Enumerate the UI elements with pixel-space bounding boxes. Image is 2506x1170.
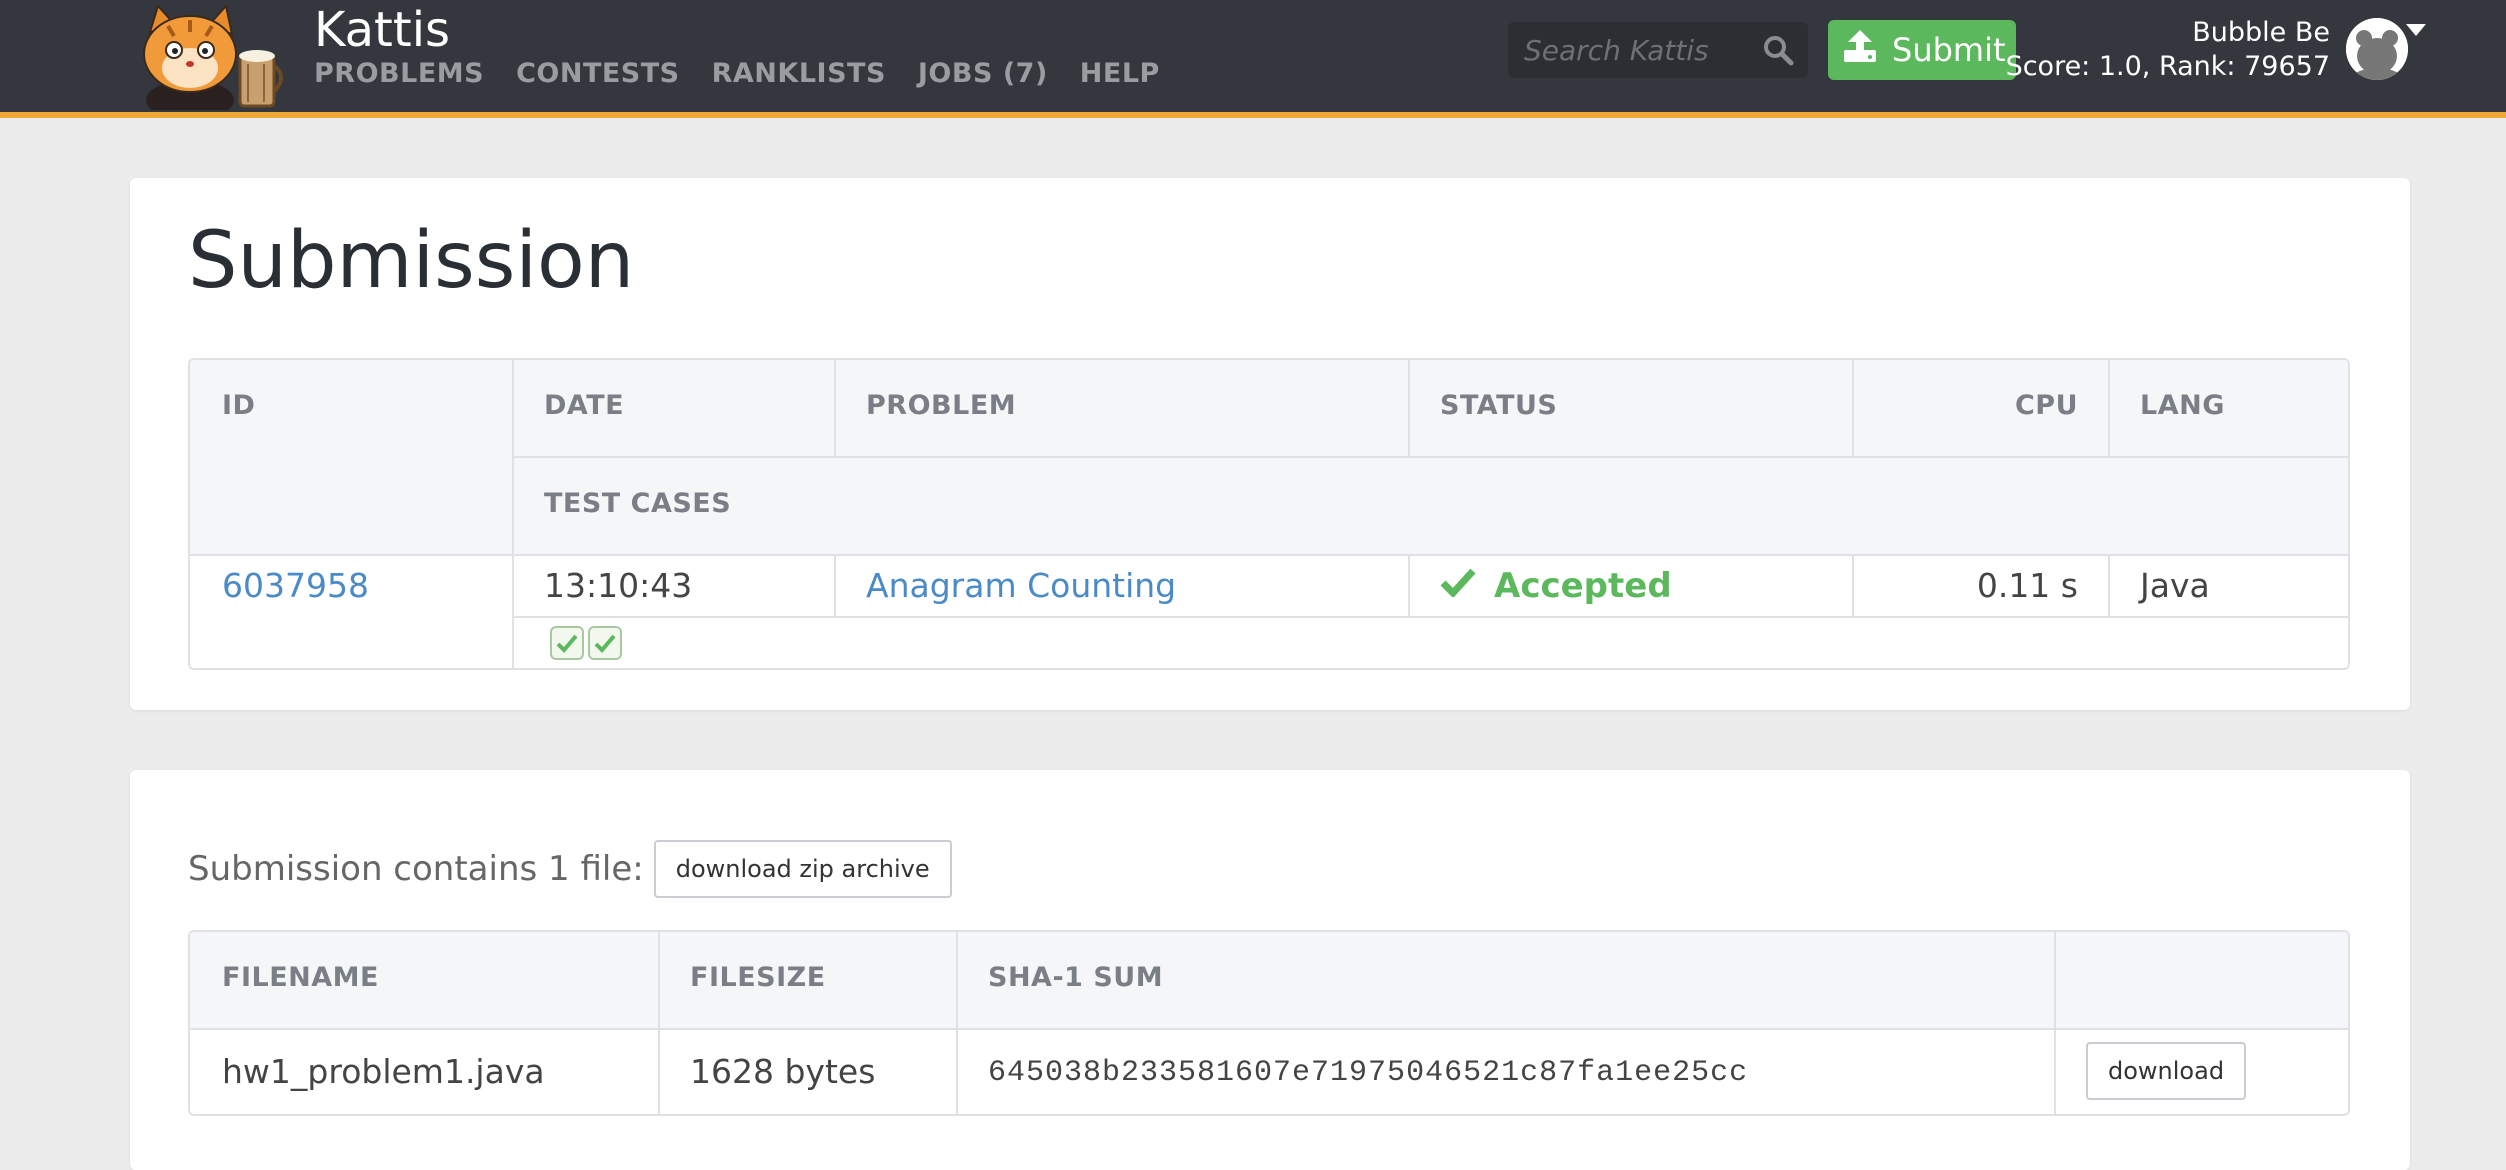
- divider: [1408, 360, 1410, 458]
- header-filesize: FILESIZE: [690, 962, 826, 993]
- divider: [1408, 556, 1410, 616]
- test-case-passed-icon[interactable]: [550, 626, 584, 660]
- nav-help[interactable]: HELP: [1080, 58, 1160, 89]
- kattis-cat-logo[interactable]: [128, 3, 296, 120]
- nav-jobs[interactable]: JOBS (7): [918, 58, 1048, 89]
- search-box: [1508, 22, 1808, 78]
- submission-id-link[interactable]: 6037958: [222, 566, 369, 605]
- download-file-button[interactable]: download: [2086, 1042, 2247, 1100]
- divider: [956, 932, 958, 1114]
- submission-date: 13:10:43: [544, 566, 693, 605]
- table-header-bg: [190, 932, 2348, 1028]
- header-date: DATE: [544, 390, 625, 421]
- divider: [658, 932, 660, 1114]
- user-info[interactable]: Bubble Be Score: 1.0, Rank: 79657: [2006, 16, 2330, 84]
- divider: [512, 456, 2348, 458]
- divider: [2054, 932, 2056, 1114]
- problem-link[interactable]: Anagram Counting: [866, 566, 1176, 605]
- files-table: FILENAME FILESIZE SHA-1 SUM hw1_problem1…: [188, 930, 2350, 1116]
- file-download-cell: download: [2086, 1042, 2247, 1100]
- header-id: ID: [222, 390, 256, 421]
- divider: [834, 556, 836, 616]
- submission-card: Submission ID DATE PROBLEM STATUS CPU LA…: [130, 178, 2410, 710]
- status-badge: Accepted: [1440, 566, 1672, 606]
- files-summary: Submission contains 1 file:: [188, 849, 644, 889]
- file-size: 1628 bytes: [690, 1052, 876, 1091]
- divider: [2108, 360, 2110, 458]
- page-title: Submission: [188, 216, 635, 306]
- file-name: hw1_problem1.java: [222, 1052, 545, 1091]
- download-zip-button[interactable]: download zip archive: [653, 840, 952, 898]
- user-stats: Score: 1.0, Rank: 79657: [2005, 51, 2330, 82]
- header-test-cases: TEST CASES: [544, 488, 732, 519]
- file-sha1: 645038b233581607e71975046521c87fa1ee25cc: [988, 1056, 1749, 1090]
- header-sha1: SHA-1 SUM: [988, 962, 1164, 993]
- header-filename: FILENAME: [222, 962, 379, 993]
- chevron-down-icon[interactable]: [2406, 24, 2426, 36]
- header-lang: LANG: [2140, 390, 2225, 421]
- divider: [512, 360, 514, 668]
- search-input[interactable]: [1508, 22, 1748, 78]
- nav-contests[interactable]: CONTESTS: [516, 58, 680, 89]
- cpu-time: 0.11 s: [1976, 566, 2078, 605]
- header-cpu: CPU: [2014, 390, 2078, 421]
- top-navbar: Kattis PROBLEMS CONTESTS RANKLISTS JOBS …: [0, 0, 2506, 120]
- status-text: Accepted: [1494, 566, 1672, 606]
- brand-title[interactable]: Kattis: [314, 0, 450, 60]
- divider: [2108, 556, 2110, 616]
- test-case-passed-icon[interactable]: [588, 626, 622, 660]
- language: Java: [2140, 566, 2210, 605]
- avatar[interactable]: [2346, 18, 2408, 80]
- divider: [512, 616, 2348, 618]
- submission-table: ID DATE PROBLEM STATUS CPU LANG TEST CAS…: [188, 358, 2350, 670]
- divider: [190, 554, 2348, 556]
- user-name: Bubble Be: [2192, 17, 2330, 48]
- upload-icon: [1842, 28, 1878, 72]
- nav-problems[interactable]: PROBLEMS: [314, 58, 484, 89]
- search-icon[interactable]: [1762, 34, 1794, 66]
- check-icon: [1440, 566, 1476, 606]
- main-nav: PROBLEMS CONTESTS RANKLISTS JOBS (7) HEL…: [314, 58, 1160, 89]
- divider: [190, 1028, 2348, 1030]
- header-problem: PROBLEM: [866, 390, 1017, 421]
- header-status: STATUS: [1440, 390, 1558, 421]
- files-summary-line: Submission contains 1 file: download zip…: [188, 840, 952, 898]
- submit-label: Submit: [1892, 31, 2006, 69]
- files-card: Submission contains 1 file: download zip…: [130, 770, 2410, 1170]
- divider: [834, 360, 836, 458]
- submit-button[interactable]: Submit: [1828, 20, 2016, 80]
- nav-ranklists[interactable]: RANKLISTS: [712, 58, 886, 89]
